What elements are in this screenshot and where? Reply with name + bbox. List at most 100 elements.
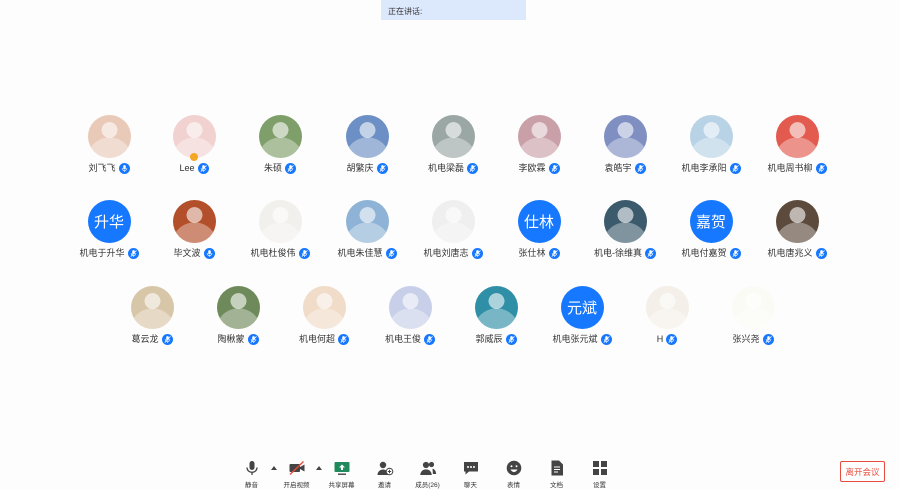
participant-tile[interactable]: 机电梁磊 xyxy=(410,115,496,185)
participant-name-row: 袁皓宇 xyxy=(582,162,668,174)
participant-name: Lee xyxy=(179,163,195,173)
participant-name-row: 机电唐兆义 xyxy=(754,247,840,259)
microphone-muted-icon xyxy=(376,162,388,174)
participant-tile[interactable]: 胡繁庆 xyxy=(324,115,410,185)
participant-tile[interactable]: 张兴尧 xyxy=(710,286,796,356)
share-screen-icon xyxy=(333,459,351,477)
microphone-icon xyxy=(203,247,215,259)
participant-photo-avatar xyxy=(603,200,647,243)
participant-tile[interactable]: 葛云龙 xyxy=(109,286,195,356)
microphone-muted-icon xyxy=(247,333,259,345)
document-icon xyxy=(548,459,566,477)
toolbar-button-chat[interactable]: 聊天 xyxy=(449,456,492,489)
participant-name: 机电张元斌 xyxy=(552,334,598,344)
microphone-muted-icon xyxy=(815,247,827,259)
participant-name: 张仕林 xyxy=(518,248,546,258)
participant-name-row: 机电李承阳 xyxy=(668,162,754,174)
toolbar-button-video-off[interactable]: 开启视频 xyxy=(275,456,318,489)
toolbar-button-emoji[interactable]: 表情 xyxy=(492,456,535,489)
microphone-muted-icon xyxy=(729,247,741,259)
participant-name-row: 张仕林 xyxy=(496,247,582,259)
participant-initials-avatar: 升华 xyxy=(87,200,131,243)
participant-name: H xyxy=(656,334,664,344)
participant-tile[interactable]: 机电周书柳 xyxy=(754,115,840,185)
participant-tile[interactable]: 机电杜俊伟 xyxy=(237,200,323,270)
participant-name: 胡繁庆 xyxy=(346,163,374,173)
toolbar-label: 表情 xyxy=(507,482,520,489)
participant-name-row: 李欧霖 xyxy=(496,162,582,174)
microphone-muted-icon xyxy=(127,247,139,259)
participant-tile[interactable]: 机电唐兆义 xyxy=(754,200,840,270)
participant-photo-avatar xyxy=(474,286,518,329)
microphone-icon xyxy=(243,459,261,477)
leave-meeting-button[interactable]: 离开会议 xyxy=(840,461,885,482)
microphone-muted-icon xyxy=(285,162,296,174)
participant-photo-avatar xyxy=(258,115,302,158)
participant-tile[interactable]: 郭威辰 xyxy=(453,286,539,356)
participant-tile[interactable]: 刘飞飞 xyxy=(66,115,152,185)
participant-name-row: 机电何超 xyxy=(281,333,367,345)
microphone-muted-icon xyxy=(197,162,209,174)
microphone-icon xyxy=(118,162,130,174)
toolbar-button-document[interactable]: 文档 xyxy=(535,456,578,489)
participant-tile[interactable]: H xyxy=(624,286,710,356)
participant-name: 李欧霖 xyxy=(518,163,546,173)
microphone-muted-icon xyxy=(385,247,397,259)
toolbar-button-invite[interactable]: 邀请 xyxy=(363,456,406,489)
participant-name-row: 陶楸蒙 xyxy=(195,333,281,345)
participant-name: 朱硕 xyxy=(263,163,282,173)
participant-tile[interactable]: 毕文波 xyxy=(151,200,237,270)
toolbar-label: 邀请 xyxy=(378,482,391,489)
participant-tile[interactable]: 机电-徐维真 xyxy=(582,200,668,270)
members-icon xyxy=(419,459,437,477)
participant-name-row: 胡繁庆 xyxy=(324,162,410,174)
participant-tile[interactable]: 机电王俊 xyxy=(367,286,453,356)
toolbar-label: 静音 xyxy=(245,482,258,489)
participant-tile[interactable]: 嘉贺 机电付嘉贺 xyxy=(668,200,754,270)
participant-tile[interactable]: Lee xyxy=(151,115,237,185)
participant-name: 机电刘唐志 xyxy=(423,248,469,258)
participant-tile[interactable]: 仕林 张仕林 xyxy=(496,200,582,270)
participant-name: 袁皓宇 xyxy=(604,163,632,173)
participant-tile[interactable]: 李欧霖 xyxy=(496,115,582,185)
participant-name: 机电王俊 xyxy=(384,334,421,344)
participant-name-row: Lee xyxy=(151,162,237,174)
toolbar-button-share-screen[interactable]: 共享屏幕 xyxy=(320,456,363,489)
participant-name-row: 刘飞飞 xyxy=(66,162,152,174)
participant-tile[interactable]: 元斌 机电张元斌 xyxy=(539,286,625,356)
participant-tile[interactable]: 机电何超 xyxy=(281,286,367,356)
meeting-toolbar: 静音 开启视频 共享屏幕 邀请 成员(26) 聊天 表情 文档 设置 xyxy=(230,456,621,489)
participant-tile[interactable]: 机电李承阳 xyxy=(668,115,754,185)
toolbar-button-microphone[interactable]: 静音 xyxy=(230,456,273,489)
participant-tile[interactable]: 机电朱佳慧 xyxy=(324,200,410,270)
host-icon xyxy=(190,153,198,161)
toolbar-label: 聊天 xyxy=(464,482,477,489)
participant-tile[interactable]: 升华 机电于升华 xyxy=(66,200,152,270)
participant-photo-avatar xyxy=(216,286,260,329)
participant-name-row: 机电-徐维真 xyxy=(582,247,668,259)
participant-photo-avatar xyxy=(345,115,389,158)
participant-name-row: 机电刘唐志 xyxy=(410,247,496,259)
microphone-muted-icon xyxy=(424,333,435,345)
participant-photo-avatar xyxy=(172,115,216,158)
participant-photo-avatar xyxy=(775,115,819,158)
participant-photo-avatar xyxy=(645,286,689,329)
participant-name: 毕文波 xyxy=(173,248,201,258)
microphone-muted-icon xyxy=(548,162,560,174)
toolbar-button-members[interactable]: 成员(26) xyxy=(406,456,449,489)
participant-photo-avatar xyxy=(603,115,647,158)
participant-photo-avatar xyxy=(87,115,131,158)
toolbar-button-settings[interactable]: 设置 xyxy=(578,456,621,489)
participant-tile[interactable]: 袁皓宇 xyxy=(582,115,668,185)
toolbar-label: 共享屏幕 xyxy=(328,482,355,489)
participant-tile[interactable]: 朱硕 xyxy=(237,115,323,185)
microphone-muted-icon xyxy=(645,247,656,259)
participant-tile[interactable]: 陶楸蒙 xyxy=(195,286,281,356)
participant-name-row: 张兴尧 xyxy=(710,333,796,345)
participant-name: 机电李承阳 xyxy=(681,163,727,173)
toolbar-label: 开启视频 xyxy=(283,482,310,489)
participant-tile[interactable]: 机电刘唐志 xyxy=(410,200,496,270)
emoji-icon xyxy=(505,459,523,477)
participant-photo-avatar xyxy=(345,200,389,243)
participant-name: 陶楸蒙 xyxy=(217,334,245,344)
